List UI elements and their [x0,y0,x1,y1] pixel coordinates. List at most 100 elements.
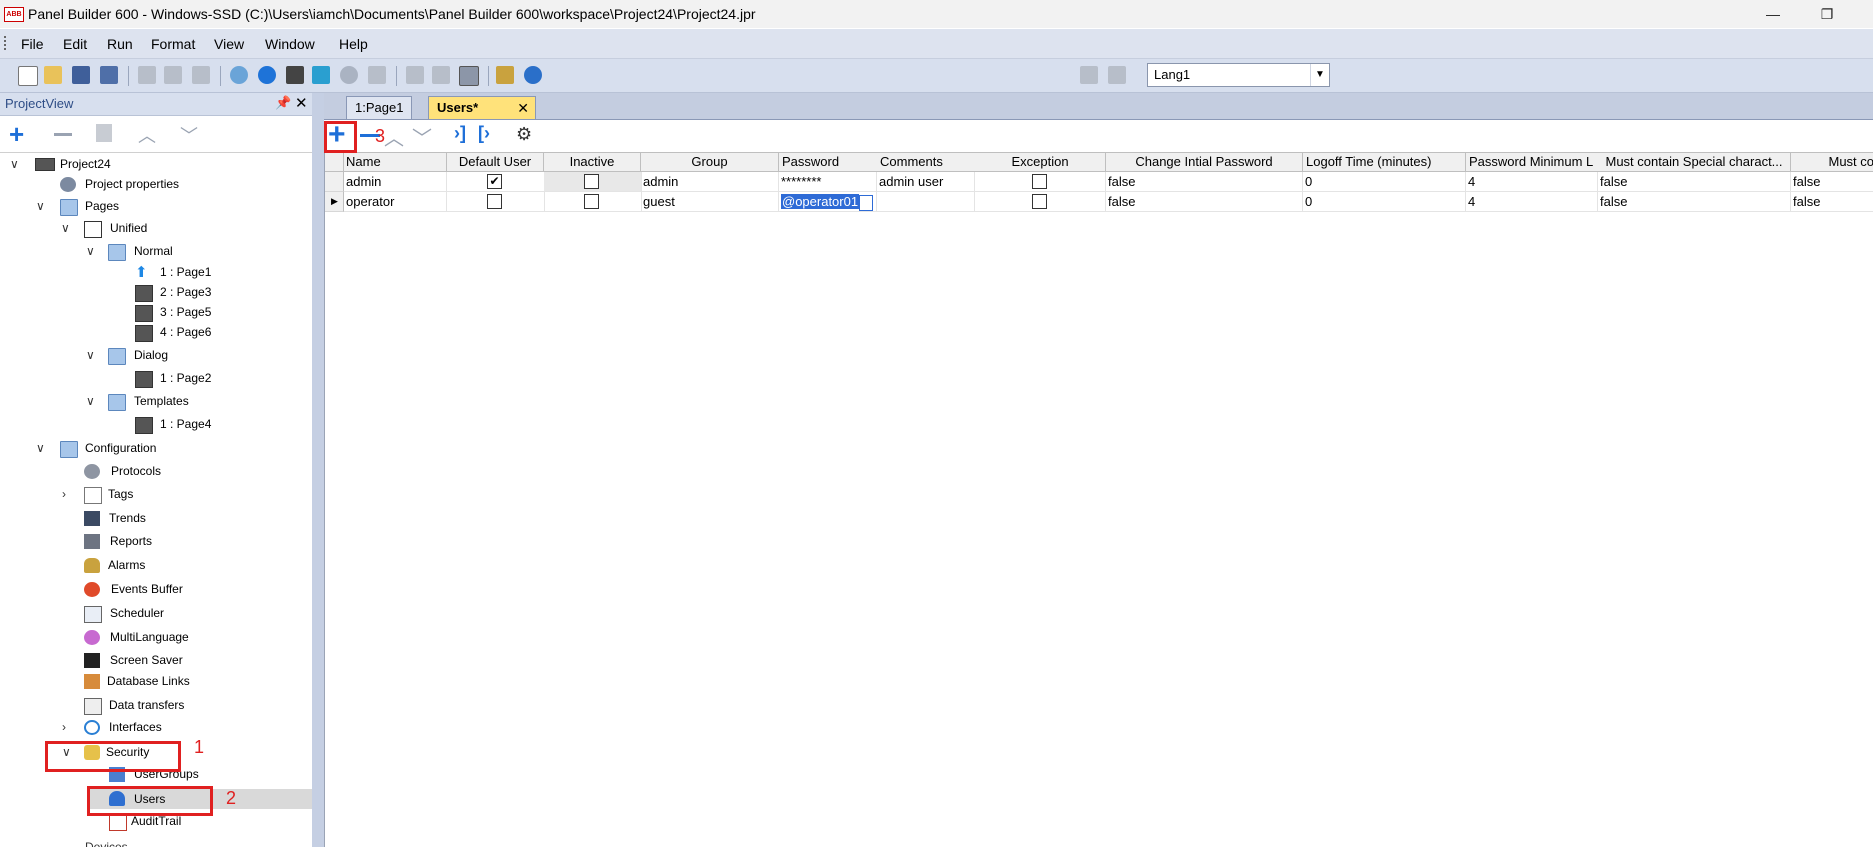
column-header-comments[interactable]: Comments [877,152,976,172]
tree-item-partial[interactable]: Devices [85,840,128,847]
tree-item-trends[interactable]: Trends [109,511,146,525]
menu-file[interactable]: File [21,36,44,52]
cell-default-user[interactable] [447,192,545,212]
settings-window-icon[interactable] [496,66,514,84]
tree-item-page[interactable]: 3 : Page5 [160,305,211,319]
column-header-change-initial-password[interactable]: Change Intial Password [1106,152,1303,172]
tree-item-screen-saver[interactable]: Screen Saver [110,653,183,667]
cell-must-contain[interactable]: false [1791,192,1873,212]
pane-splitter[interactable] [312,93,324,847]
column-header-group[interactable]: Group [641,152,779,172]
checkbox[interactable] [584,194,599,209]
cell-password-min-length[interactable]: 4 [1466,172,1598,192]
tree-item-tags[interactable]: Tags [108,487,133,501]
tree-item-scheduler[interactable]: Scheduler [110,606,164,620]
column-header-password[interactable]: Password [779,152,878,172]
column-header-special-chars[interactable]: Must contain Special charact... [1598,152,1791,172]
cell-special-chars[interactable]: false [1598,172,1791,192]
tree-item-pages[interactable]: Pages [85,199,119,213]
tree-item-page[interactable]: 1 : Page1 [160,265,211,279]
row-header[interactable] [325,172,344,192]
play-icon[interactable] [340,66,358,84]
column-header-logoff-time[interactable]: Logoff Time (minutes) [1303,152,1466,172]
import-icon[interactable]: ›] [454,123,466,144]
export-icon[interactable]: [› [478,123,490,144]
cell-inactive[interactable] [544,192,642,212]
tree-item-project[interactable]: Project24 [60,157,111,171]
cell-default-user[interactable]: ✔ [447,172,545,192]
save-icon[interactable] [72,66,90,84]
layers-icon[interactable] [432,66,450,84]
checkbox[interactable] [1032,174,1047,189]
snap-icon[interactable] [459,66,479,86]
translate-icon[interactable] [1080,66,1098,84]
wrench-icon[interactable] [368,66,386,84]
move-up-icon[interactable]: ︿ [384,122,404,151]
tree-item-page[interactable]: 2 : Page3 [160,285,211,299]
cell-logoff-time[interactable]: 0 [1303,192,1466,212]
grid-icon[interactable] [406,66,424,84]
checkbox[interactable] [487,194,502,209]
close-icon[interactable]: ✕ [295,94,308,112]
row-header[interactable]: ▶ [325,192,344,212]
tree-item-alarms[interactable]: Alarms [108,558,145,572]
expand-chevron-icon[interactable]: ∨ [86,244,95,258]
download-icon[interactable] [230,66,248,84]
expand-chevron-icon[interactable]: ∨ [86,348,95,362]
tree-item-page[interactable]: 4 : Page6 [160,325,211,339]
help-icon[interactable] [524,66,542,84]
tree-item-normal[interactable]: Normal [134,244,173,258]
column-header-exception[interactable]: Exception [975,152,1106,172]
tab-users[interactable]: Users* ✕ [428,96,536,119]
cut-icon[interactable] [138,66,156,84]
cell-exception[interactable] [975,172,1106,192]
menu-view[interactable]: View [214,36,244,52]
new-file-icon[interactable] [18,66,38,86]
tree-item-protocols[interactable]: Protocols [111,464,161,478]
checkbox-checked[interactable]: ✔ [487,174,502,189]
add-icon[interactable]: + [9,119,24,150]
save-all-icon[interactable] [100,66,118,84]
tree-item-unified[interactable]: Unified [110,221,147,235]
tree-item-multilanguage[interactable]: MultiLanguage [110,630,189,644]
gear-icon[interactable]: ⚙ [516,124,532,145]
expand-chevron-icon[interactable]: ∨ [36,199,45,213]
password-input[interactable]: @operator01 [781,194,860,209]
tree-item-audit-trail[interactable]: AuditTrail [131,814,181,828]
pen-icon[interactable] [286,66,304,84]
language-select[interactable]: Lang1 ▼ [1147,63,1330,87]
restore-button[interactable]: ❐ [1814,4,1840,24]
cell-comments[interactable]: admin user [877,172,975,192]
checkbox[interactable] [584,174,599,189]
cell-password[interactable]: ******** [779,172,877,192]
expand-chevron-icon[interactable]: ∨ [36,441,45,455]
tree-item-page[interactable]: 1 : Page2 [160,371,211,385]
column-header-password-min-length[interactable]: Password Minimum L [1466,152,1599,172]
menu-format[interactable]: Format [151,36,195,52]
cell-exception[interactable] [975,192,1106,212]
move-up-icon[interactable]: ︿ [138,122,156,148]
expand-chevron-icon[interactable]: › [62,720,66,734]
cell-special-chars[interactable]: false [1598,192,1791,212]
menu-edit[interactable]: Edit [63,36,87,52]
tree-item-events-buffer[interactable]: Events Buffer [111,582,183,596]
close-icon[interactable]: ✕ [517,97,529,119]
column-header-default-user[interactable]: Default User [447,152,544,172]
tree-item-database-links[interactable]: Database Links [107,674,190,688]
cell-name[interactable]: operator [344,192,447,212]
cell-change-initial-password[interactable]: false [1106,172,1303,192]
menu-help[interactable]: Help [339,36,368,52]
tree-item-data-transfers[interactable]: Data transfers [109,698,184,712]
checkbox[interactable] [1032,194,1047,209]
column-header-name[interactable]: Name [344,152,447,172]
cell-password-editing[interactable]: @operator01 [779,192,877,212]
tree-item-reports[interactable]: Reports [110,534,152,548]
cell-group[interactable]: guest [641,192,779,212]
column-header-must-contain[interactable]: Must co [1791,152,1873,172]
cell-inactive[interactable] [544,172,642,192]
tree-item-project-properties[interactable]: Project properties [85,177,179,191]
cell-must-contain[interactable]: false [1791,172,1873,192]
tree-item-interfaces[interactable]: Interfaces [109,720,162,734]
move-down-icon[interactable]: ﹀ [412,122,432,151]
chevron-down-icon[interactable]: ▼ [1310,64,1329,86]
